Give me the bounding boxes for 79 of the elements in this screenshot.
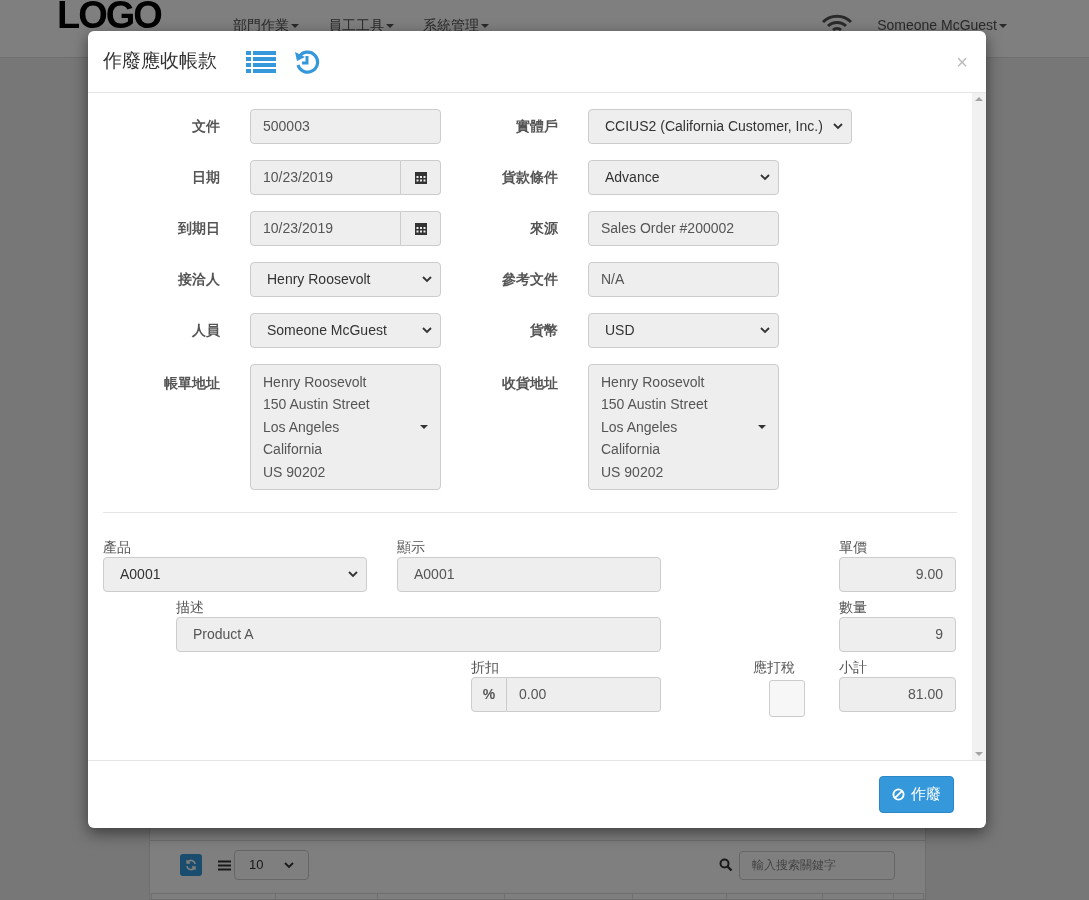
caret-icon xyxy=(420,425,428,429)
field-label: 實體戶 xyxy=(515,117,558,136)
chevron-down-icon xyxy=(284,861,294,869)
history-icon[interactable] xyxy=(294,48,320,75)
chevron-down-icon xyxy=(833,123,843,130)
refresh-icon xyxy=(185,859,197,871)
caret-icon xyxy=(758,425,766,429)
address-line: Henry Roosevolt xyxy=(263,372,368,392)
field-label: 收貨地址 xyxy=(501,374,558,393)
text-field[interactable]: Product A xyxy=(176,617,661,652)
search-icon xyxy=(719,858,733,872)
chevron-down-icon xyxy=(422,327,432,334)
field-label: 來源 xyxy=(529,219,558,238)
calendar-button[interactable] xyxy=(401,211,441,246)
field-label: 小計 xyxy=(839,658,868,677)
calendar-icon xyxy=(414,222,427,235)
address-line: 150 Austin Street xyxy=(601,395,708,415)
field-label: 文件 xyxy=(191,117,220,136)
address-line: Los Angeles xyxy=(601,417,679,437)
field-label: 帳單地址 xyxy=(163,374,220,393)
taxable-checkbox[interactable] xyxy=(769,680,805,717)
number-field[interactable]: 9 xyxy=(839,617,956,652)
select-field[interactable]: CCIUS2 (California Customer, Inc.) xyxy=(588,109,852,144)
number-field[interactable]: 9.00 xyxy=(839,557,956,592)
modal-title: 作廢應收帳款 xyxy=(103,49,217,74)
scroll-down-icon xyxy=(975,752,983,756)
calendar-icon xyxy=(414,171,427,184)
address-line: 150 Austin Street xyxy=(263,395,370,415)
chevron-down-icon xyxy=(760,174,770,181)
field-label: 數量 xyxy=(839,598,868,617)
address-select[interactable]: Henry Roosevolt 150 Austin Street Los Angeles California US 90202 xyxy=(588,364,779,490)
scroll-up-icon xyxy=(975,97,983,101)
logo: LOGO xyxy=(57,0,161,30)
address-line: Los Angeles xyxy=(263,417,341,437)
select-field[interactable]: Someone McGuest xyxy=(250,313,441,348)
field-label: 人員 xyxy=(191,321,220,340)
field-label: 參考文件 xyxy=(501,270,558,289)
list-icon xyxy=(218,859,231,871)
field-label: 貨款條件 xyxy=(501,168,558,187)
chevron-down-icon xyxy=(760,327,770,334)
user-menu[interactable]: Someone McGuest xyxy=(877,15,1007,36)
field-label: 顯示 xyxy=(397,538,426,557)
select-field[interactable]: Advance xyxy=(588,160,779,195)
calendar-button[interactable] xyxy=(401,160,441,195)
address-line: US 90202 xyxy=(601,462,665,482)
field-label: 描述 xyxy=(176,598,205,617)
text-field[interactable]: A0001 xyxy=(397,557,661,592)
date-field[interactable]: 10/23/2019 xyxy=(250,160,401,195)
date-field[interactable]: 10/23/2019 xyxy=(250,211,401,246)
field-label: 折扣 xyxy=(471,658,500,677)
field-label: 到期日 xyxy=(177,219,220,238)
select-field[interactable]: Henry Roosevolt xyxy=(250,262,441,297)
caret-icon xyxy=(999,24,1007,29)
refresh-button[interactable] xyxy=(180,854,202,876)
field-label: 應打稅 xyxy=(753,658,796,677)
page-size-select[interactable]: 10 xyxy=(234,850,309,880)
text-field[interactable]: Sales Order #200002 xyxy=(588,211,779,246)
select-field[interactable]: USD xyxy=(588,313,779,348)
list-icon[interactable] xyxy=(246,50,276,73)
percent-addon: % xyxy=(471,677,507,712)
text-field[interactable]: N/A xyxy=(588,262,779,297)
text-field[interactable]: 500003 xyxy=(250,109,441,144)
field-label: 接洽人 xyxy=(177,270,220,289)
chevron-down-icon xyxy=(422,276,432,283)
wifi-icon xyxy=(821,14,854,34)
field-label: 日期 xyxy=(191,168,220,187)
field-label: 貨幣 xyxy=(529,321,558,340)
number-field[interactable]: 81.00 xyxy=(839,677,956,712)
address-line: US 90202 xyxy=(263,462,327,482)
field-label: 產品 xyxy=(103,538,132,557)
address-line: California xyxy=(263,440,324,460)
chevron-down-icon xyxy=(348,571,358,578)
ban-icon xyxy=(892,788,905,801)
address-select[interactable]: Henry Roosevolt 150 Austin Street Los Angeles California US 90202 xyxy=(250,364,441,490)
select-field[interactable]: A0001 xyxy=(103,557,367,592)
discount-field[interactable]: 0.00 xyxy=(507,677,661,712)
address-line: Henry Roosevolt xyxy=(601,372,706,392)
field-label: 單價 xyxy=(839,538,868,557)
address-line: California xyxy=(601,440,662,460)
